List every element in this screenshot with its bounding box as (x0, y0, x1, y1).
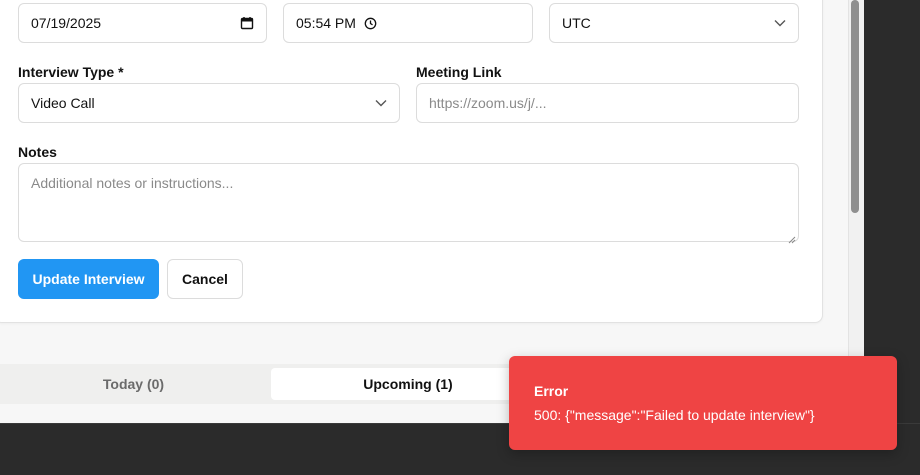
notes-placeholder: Additional notes or instructions... (31, 175, 234, 191)
tab-today[interactable]: Today (0) (0, 368, 267, 400)
cancel-button[interactable]: Cancel (167, 259, 243, 299)
toast-message: 500: {"message":"Failed to update interv… (534, 407, 815, 423)
meeting-link-placeholder: https://zoom.us/j/... (429, 95, 547, 111)
resize-handle[interactable] (788, 231, 796, 244)
date-value: 07/19/2025 (31, 15, 102, 31)
chevron-down-icon (375, 99, 387, 107)
notes-label: Notes (18, 144, 57, 160)
meeting-link-label: Meeting Link (416, 64, 502, 80)
toast-title: Error (534, 383, 569, 399)
time-value: 05:54 PM (296, 15, 356, 31)
timezone-value: UTC (562, 15, 591, 31)
notes-textarea[interactable]: Additional notes or instructions... (18, 163, 799, 244)
scrollbar-thumb[interactable] (851, 0, 859, 213)
date-field[interactable]: 07/19/2025 (18, 3, 267, 43)
calendar-icon[interactable] (240, 16, 254, 30)
tab-upcoming[interactable]: Upcoming (1) (271, 368, 545, 400)
error-toast[interactable]: Error 500: {"message":"Failed to update … (509, 356, 897, 450)
update-interview-button[interactable]: Update Interview (18, 259, 159, 299)
interview-type-label: Interview Type * (18, 64, 124, 80)
chevron-down-icon (774, 19, 786, 27)
time-field[interactable]: 05:54 PM (283, 3, 533, 43)
clock-icon[interactable] (364, 17, 377, 30)
interview-type-select[interactable]: Video Call (18, 83, 400, 123)
timezone-select[interactable]: UTC (549, 3, 799, 43)
interview-type-value: Video Call (31, 95, 95, 111)
meeting-link-input[interactable]: https://zoom.us/j/... (416, 83, 799, 123)
